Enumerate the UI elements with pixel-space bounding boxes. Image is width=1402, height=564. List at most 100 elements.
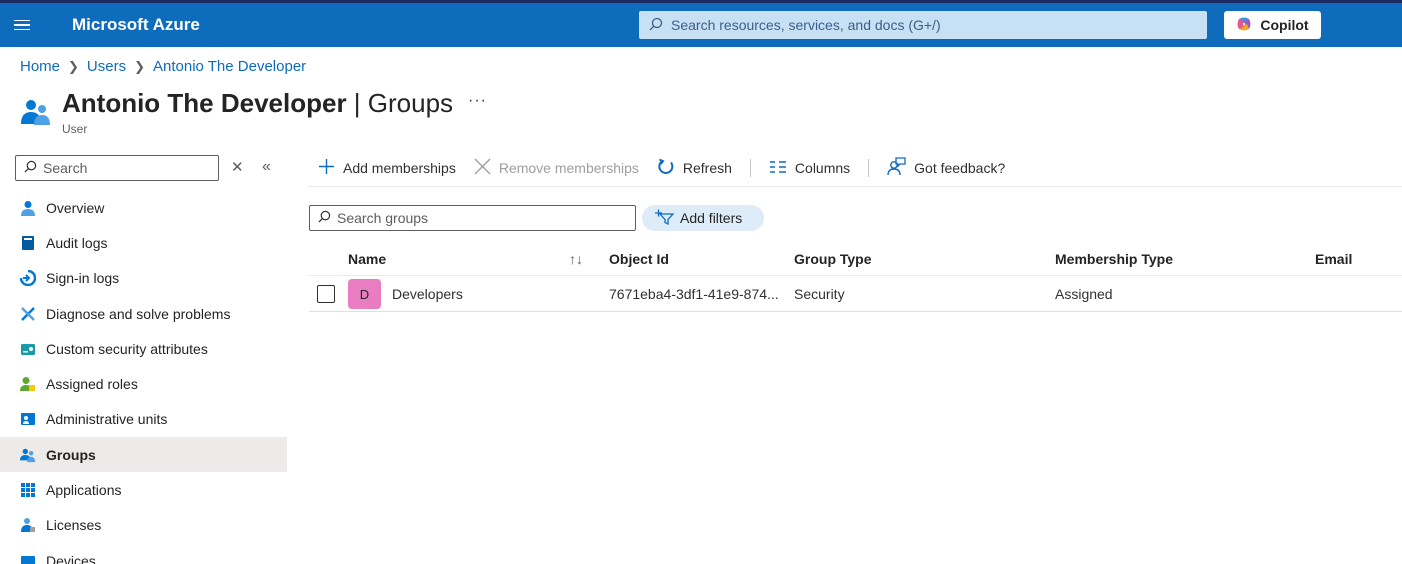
columns-label: Columns: [794, 160, 851, 176]
refresh-icon: [657, 158, 675, 179]
feedback-icon: [887, 157, 906, 179]
breadcrumb-user[interactable]: Antonio The Developer: [153, 58, 306, 75]
nav-item-assigned-roles[interactable]: Assigned roles: [0, 366, 287, 401]
column-header-name[interactable]: Name: [348, 251, 386, 267]
add-memberships-button[interactable]: Add memberships: [318, 158, 456, 178]
filter-add-icon: [654, 209, 675, 228]
collapse-nav-icon[interactable]: «: [262, 158, 271, 176]
nav-item-label: Devices: [46, 552, 96, 564]
breadcrumb-home[interactable]: Home: [20, 58, 60, 75]
nav-search[interactable]: [15, 155, 219, 181]
copilot-icon: [1236, 16, 1252, 35]
column-header-group-type[interactable]: Group Type: [794, 251, 872, 267]
groups-table: Name ↑↓ Object Id Group Type Membership …: [309, 242, 1402, 312]
nav-item-label: Overview: [46, 199, 105, 216]
table-row[interactable]: D Developers 7671eba4-3df1-41e9-874... S…: [309, 276, 1402, 312]
nav-item-label: Applications: [46, 482, 122, 499]
nav-item-devices[interactable]: Devices: [0, 543, 287, 564]
page-title-separator: |: [346, 88, 368, 118]
device-icon: [20, 553, 36, 564]
group-object-id: 7671eba4-3df1-41e9-874...: [609, 285, 779, 302]
tag-icon: [20, 341, 36, 357]
nav-item-label: Diagnose and solve problems: [46, 305, 231, 322]
remove-memberships-label: Remove memberships: [498, 160, 639, 176]
nav-item-overview[interactable]: Overview: [0, 190, 287, 225]
nav-item-groups[interactable]: Groups: [0, 437, 287, 473]
group-type: Security: [794, 285, 845, 302]
nav-item-label: Groups: [46, 446, 96, 463]
search-icon: [24, 160, 37, 176]
feedback-button[interactable]: Got feedback?: [887, 157, 1005, 179]
signin-icon: [20, 270, 36, 287]
breadcrumb: Home ❯ Users ❯ Antonio The Developer: [20, 58, 306, 75]
hamburger-menu-icon[interactable]: [14, 15, 34, 35]
refresh-button[interactable]: Refresh: [657, 158, 732, 179]
person-icon: [20, 200, 36, 216]
row-checkbox[interactable]: [317, 285, 335, 303]
nav-item-sign-in-logs[interactable]: Sign-in logs: [0, 261, 287, 296]
user-groups-icon: [20, 98, 50, 129]
nav-item-label: Audit logs: [46, 234, 108, 251]
close-icon: [474, 158, 491, 178]
group-name-link[interactable]: Developers: [392, 286, 463, 302]
remove-memberships-button[interactable]: Remove memberships: [474, 158, 639, 178]
column-header-email[interactable]: Email: [1315, 251, 1352, 267]
page-title-user: Antonio The Developer: [62, 88, 347, 118]
brand-title[interactable]: Microsoft Azure: [72, 15, 200, 35]
nav-item-label: Administrative units: [46, 411, 168, 428]
group-avatar: D: [348, 279, 381, 309]
membership-type: Assigned: [1055, 285, 1113, 302]
feedback-label: Got feedback?: [914, 160, 1006, 176]
chevron-right-icon: ❯: [68, 58, 79, 74]
add-filters-button[interactable]: Add filters: [642, 205, 764, 231]
sort-icon[interactable]: ↑↓: [569, 251, 583, 267]
groups-icon: [20, 447, 36, 463]
nav-item-licenses[interactable]: Licenses: [0, 508, 287, 543]
table-header: Name ↑↓ Object Id Group Type Membership …: [309, 242, 1402, 276]
top-bar: Microsoft Azure Copilot: [0, 0, 1402, 47]
role-icon: [20, 376, 36, 392]
global-search[interactable]: [639, 11, 1207, 39]
wrench-icon: [20, 306, 36, 322]
toolbar-divider-line: [308, 186, 1402, 187]
clear-search-icon[interactable]: ✕: [231, 158, 244, 176]
search-icon: [318, 210, 331, 226]
license-icon: [20, 517, 36, 533]
nav-item-audit-logs[interactable]: Audit logs: [0, 225, 287, 260]
toolbar-divider: [868, 159, 870, 177]
plus-icon: [318, 158, 335, 178]
search-icon: [649, 17, 663, 34]
nav-item-diagnose[interactable]: Diagnose and solve problems: [0, 296, 287, 331]
nav-item-label: Sign-in logs: [46, 270, 120, 287]
page-title-section: Groups: [367, 88, 454, 118]
left-nav: Overview Audit logs Sign-in logs Diagnos…: [0, 190, 287, 564]
nav-item-custom-security[interactable]: Custom security attributes: [0, 331, 287, 366]
page-title: Antonio The Developer | Groups: [62, 88, 453, 119]
add-filters-label: Add filters: [680, 210, 743, 226]
admin-units-icon: [20, 411, 36, 427]
copilot-label: Copilot: [1260, 17, 1309, 33]
breadcrumb-users[interactable]: Users: [87, 58, 126, 75]
toolbar-divider: [749, 159, 751, 177]
group-avatar-initial: D: [359, 286, 370, 302]
book-icon: [20, 235, 36, 251]
copilot-button[interactable]: Copilot: [1224, 11, 1321, 39]
nav-item-applications[interactable]: Applications: [0, 472, 287, 507]
group-search[interactable]: [309, 205, 636, 231]
chevron-right-icon: ❯: [134, 58, 145, 74]
page-subtitle: User: [62, 122, 88, 136]
nav-item-admin-units[interactable]: Administrative units: [0, 402, 287, 437]
add-memberships-label: Add memberships: [343, 160, 456, 176]
column-header-object-id[interactable]: Object Id: [609, 251, 669, 267]
apps-grid-icon: [20, 482, 36, 498]
refresh-label: Refresh: [682, 160, 732, 176]
columns-button[interactable]: Columns: [769, 160, 850, 177]
nav-item-label: Assigned roles: [46, 376, 138, 393]
nav-item-label: Custom security attributes: [46, 340, 208, 357]
nav-search-input[interactable]: [43, 160, 213, 176]
nav-item-label: Licenses: [46, 517, 102, 534]
group-search-input[interactable]: [337, 210, 627, 226]
global-search-input[interactable]: [671, 17, 1191, 33]
column-header-membership-type[interactable]: Membership Type: [1055, 251, 1173, 267]
more-options-icon[interactable]: ···: [468, 92, 487, 110]
